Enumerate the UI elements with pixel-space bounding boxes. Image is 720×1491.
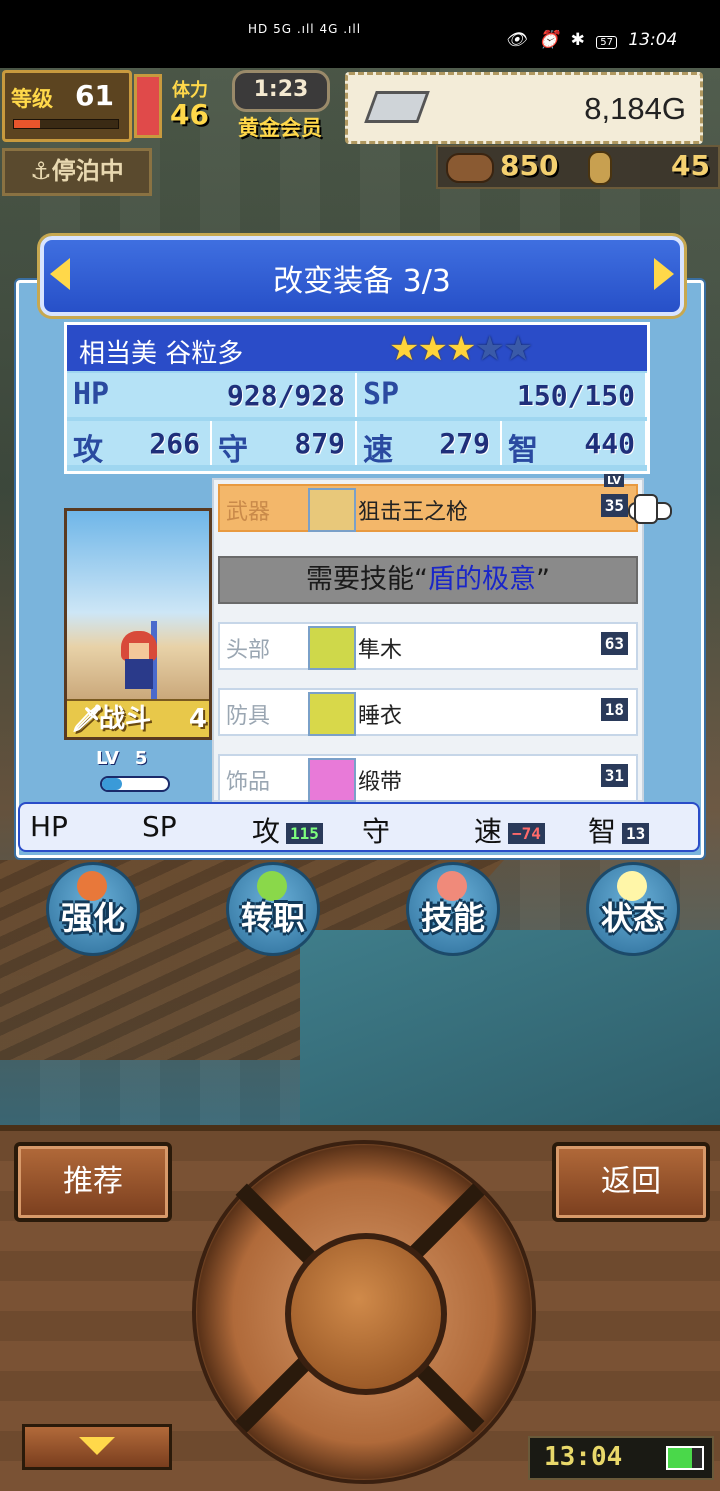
pajama-icon [308, 692, 356, 736]
diff-spd: 速 −74 [474, 810, 545, 850]
stat-row-1: HP 928/928 SP 150/150 [67, 373, 647, 421]
char-name: 相当美 谷粒多 [79, 339, 244, 369]
stamina-value: 46 [170, 98, 209, 131]
resource-bar: 850 45 [436, 145, 720, 189]
ribbon-icon [308, 758, 356, 802]
character-card: 相当美 谷粒多 ★★★★★ HP 928/928 SP 150/150 攻 266 守… [64, 322, 650, 474]
skill-requirement: 需要技能“盾的极意” [218, 556, 638, 604]
back-button[interactable]: 返回 [552, 1142, 710, 1222]
equipment-list: 武器 狙击王之枪 LV 35 需要技能“盾的极意” 头部 隼木 63 防具 睡衣… [212, 474, 644, 802]
level-exp-bar [13, 119, 119, 129]
status-button[interactable]: 状态 [586, 862, 680, 956]
character-sprite [117, 631, 161, 691]
resource1-value: 850 [500, 149, 559, 182]
scroll-down-button[interactable] [22, 1424, 172, 1470]
docked-status: ⚓停泊中 [2, 148, 152, 196]
panel-title: 改变装备 3/3 [273, 264, 451, 299]
equip-slot-armor[interactable]: 防具 睡衣 18 [218, 688, 638, 736]
member-badge: 黄金会员 [238, 116, 322, 140]
gold-display: 8,184G [345, 72, 703, 144]
panel-title-bar: 改变装备 3/3 [40, 236, 684, 316]
status-right: 👁 ⏰ ✱ 57 13:04 [505, 30, 683, 50]
diff-hp: HP [30, 810, 68, 843]
resource2-value: 45 [671, 149, 710, 182]
job-badge: 🗡战斗 4 [67, 699, 209, 737]
silver-ingot-icon [364, 91, 430, 123]
barrel-icon [446, 153, 494, 183]
stat-row-2: 攻 266 守 879 速 279 智 440 [67, 421, 647, 469]
rarity-stars: ★★★★★ [389, 329, 533, 369]
chevron-down-icon [79, 1437, 115, 1455]
game-clock: 13:04 [528, 1436, 714, 1480]
diff-int: 智 13 [588, 810, 650, 850]
character-portrait[interactable]: 🗡战斗 4 [64, 508, 212, 740]
hp-gauge [134, 74, 162, 138]
level-value: 61 [75, 79, 114, 112]
skill-button[interactable]: 技能 [406, 862, 500, 956]
dpad-center-button[interactable] [285, 1233, 447, 1395]
network-indicator: HD 5G .ıll 4G .ıll [248, 22, 362, 36]
diff-sp: SP [142, 810, 177, 843]
hp-stat: HP 928/928 [67, 373, 357, 417]
level-badge: 等级 61 [2, 70, 132, 142]
sp-stat: SP 150/150 [357, 373, 647, 417]
char-name-row: 相当美 谷粒多 ★★★★★ [67, 325, 647, 371]
equip-slot-accessory[interactable]: 饰品 缎带 31 [218, 754, 638, 802]
clock-text: 13:04 [628, 30, 678, 50]
harbor-water [300, 930, 720, 1125]
sword-icon: 🗡 [71, 704, 105, 734]
level-label: 等级 [11, 87, 53, 111]
stamina-badge: 体力 46 [164, 72, 236, 134]
pointer-hand-icon [628, 494, 676, 524]
stat-diff-bar: HP SP 攻 115 守 速 −74 智 13 [18, 802, 700, 852]
medal-icon [588, 151, 612, 185]
star-empty-icon: ★★ [474, 329, 533, 369]
enhance-button[interactable]: 强化 [46, 862, 140, 956]
bluetooth-icon: ✱ [570, 30, 585, 50]
recommend-button[interactable]: 推荐 [14, 1142, 172, 1222]
def-stat: 守 879 [212, 421, 357, 468]
system-status-bar: HD 5G .ıll 4G .ıll 👁 ⏰ ✱ 57 13:04 [0, 0, 720, 68]
gold-value: 8,184G [584, 91, 686, 126]
next-arrow-icon[interactable] [654, 258, 674, 290]
alarm-icon: ⏰ [538, 30, 560, 50]
helmet-icon [308, 626, 356, 670]
spd-stat: 速 279 [357, 421, 502, 468]
job-change-button[interactable]: 转职 [226, 862, 320, 956]
battery-icon: 57 [596, 36, 617, 49]
char-exp-bar [100, 776, 170, 792]
char-level: LV 5 [96, 748, 148, 769]
spear-icon [308, 488, 356, 532]
atk-stat: 攻 266 [67, 421, 212, 468]
star-filled-icon: ★★★ [389, 329, 476, 369]
diff-atk: 攻 115 [252, 810, 323, 850]
diff-def: 守 [362, 815, 391, 848]
equip-slot-weapon[interactable]: 武器 狙击王之枪 LV 35 [218, 474, 638, 532]
eye-icon: 👁 [505, 30, 527, 50]
battery-icon [666, 1446, 704, 1470]
timer-display: 1:23 [232, 70, 330, 112]
int-stat: 智 440 [502, 421, 647, 468]
equip-slot-head[interactable]: 头部 隼木 63 [218, 622, 638, 670]
